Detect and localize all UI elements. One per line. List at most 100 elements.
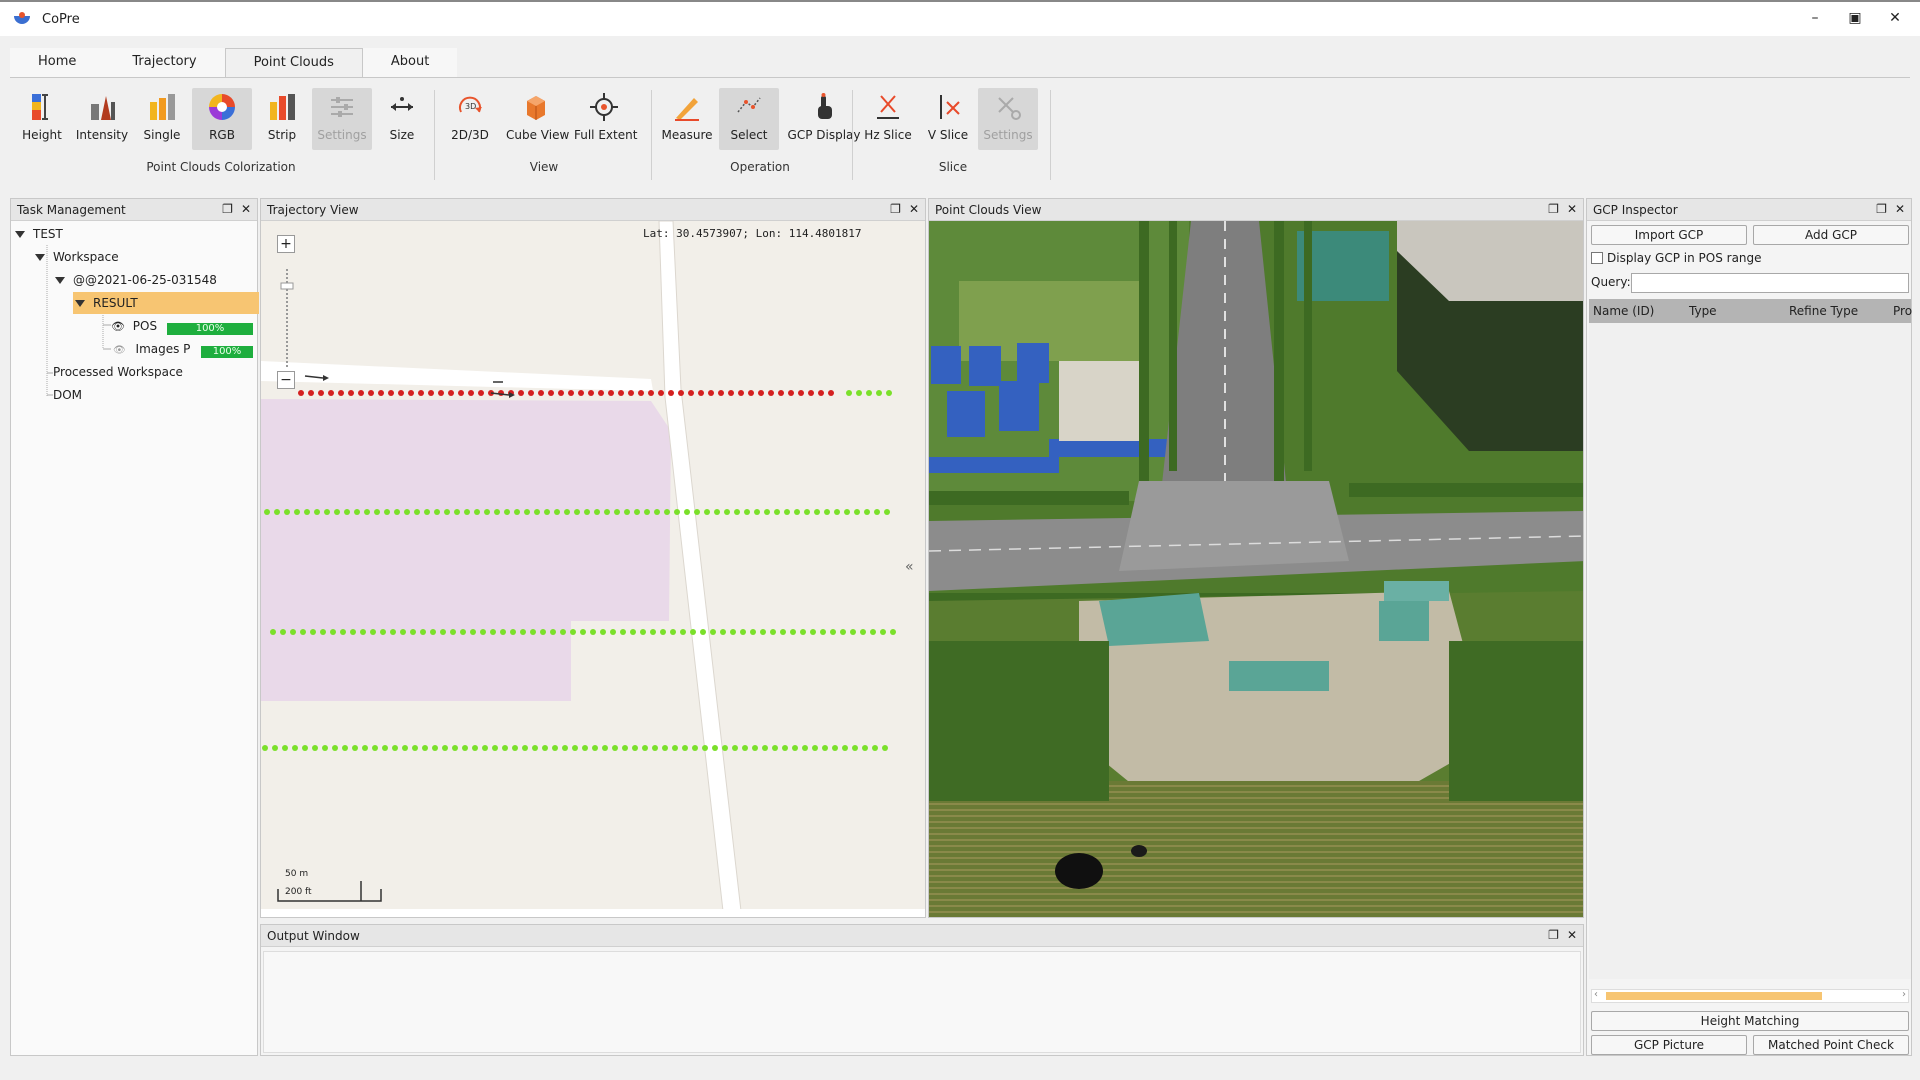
column-pro[interactable]: Pro (1893, 304, 1912, 318)
full-extent-button[interactable]: Full Extent (574, 88, 637, 150)
height-button[interactable]: Height (12, 88, 72, 150)
horizontal-slice-icon (873, 92, 903, 122)
trajectory-point (694, 509, 700, 515)
matched-point-check-button[interactable]: Matched Point Check (1753, 1035, 1909, 1055)
gcp-display-button[interactable]: GCP Display (787, 88, 861, 150)
trajectory-point (724, 509, 730, 515)
zoom-slider[interactable] (280, 269, 294, 369)
trajectory-point (528, 390, 534, 396)
trajectory-point (622, 745, 628, 751)
tab-trajectory[interactable]: Trajectory (104, 48, 225, 78)
2d-3d-button[interactable]: 3D 2D/3D (440, 88, 500, 150)
minimize-button[interactable]: – (1806, 10, 1824, 26)
gcp-table-body[interactable] (1589, 323, 1911, 979)
group-view: 3D 2D/3D Cube View Full Extent View (440, 82, 648, 182)
trajectory-point (314, 509, 320, 515)
single-button[interactable]: Single (132, 88, 192, 150)
close-button[interactable]: ✕ (1886, 10, 1904, 26)
group-slice: Hz Slice V Slice Settings Slice (858, 82, 1048, 182)
close-icon[interactable]: ✕ (1567, 202, 1577, 216)
gcp-table-header: Name (ID) Type Refine Type Pro (1589, 299, 1912, 323)
trajectory-point (700, 629, 706, 635)
trajectory-point (630, 629, 636, 635)
rgb-button[interactable]: RGB (192, 88, 252, 150)
output-log-area[interactable] (263, 951, 1581, 1053)
trajectory-point (818, 390, 824, 396)
map-canvas (261, 221, 925, 917)
v-slice-button[interactable]: V Slice (918, 88, 978, 150)
column-name-id[interactable]: Name (ID) (1593, 304, 1654, 318)
float-icon[interactable]: ❐ (1876, 202, 1887, 216)
collapse-panel-button[interactable]: « (905, 559, 914, 575)
measure-button[interactable]: Measure (657, 88, 717, 150)
horizontal-scrollbar[interactable]: ‹ › (1591, 989, 1909, 1003)
import-gcp-button[interactable]: Import GCP (1591, 225, 1747, 245)
close-icon[interactable]: ✕ (1567, 928, 1577, 942)
trajectory-point (462, 745, 468, 751)
size-button[interactable]: Size (372, 88, 432, 150)
display-gcp-label: Display GCP in POS range (1607, 251, 1762, 265)
float-icon[interactable]: ❐ (1548, 202, 1559, 216)
hz-slice-button[interactable]: Hz Slice (858, 88, 918, 150)
group-colorization: Height Intensity Single RGB Strip Settin… (10, 82, 432, 182)
single-color-icon (147, 92, 177, 122)
column-refine-type[interactable]: Refine Type (1789, 304, 1858, 318)
strip-button[interactable]: Strip (252, 88, 312, 150)
trajectory-point (368, 390, 374, 396)
query-input[interactable] (1631, 273, 1909, 293)
trajectory-point (872, 745, 878, 751)
trajectory-point (648, 390, 654, 396)
zoom-out-button[interactable]: − (277, 371, 295, 389)
trajectory-point (672, 745, 678, 751)
trajectory-point (484, 509, 490, 515)
trajectory-point (472, 745, 478, 751)
float-icon[interactable]: ❐ (222, 202, 233, 216)
zoom-in-button[interactable]: + (277, 235, 295, 253)
scrollbar-thumb[interactable] (1606, 992, 1822, 1000)
intensity-icon (87, 92, 117, 122)
panel-title: Point Clouds View (935, 203, 1042, 217)
height-matching-button[interactable]: Height Matching (1591, 1011, 1909, 1031)
restore-button[interactable]: ▣ (1846, 10, 1864, 26)
gcp-picture-button[interactable]: GCP Picture (1591, 1035, 1747, 1055)
trajectory-point (354, 509, 360, 515)
trajectory-map[interactable]: + − Lat: 30.4573907; Lon: 114.4801817 50… (261, 221, 925, 917)
trajectory-point (722, 745, 728, 751)
select-button[interactable]: Select (719, 88, 779, 150)
trajectory-point (562, 745, 568, 751)
trajectory-point (780, 629, 786, 635)
trajectory-point (864, 509, 870, 515)
column-type[interactable]: Type (1689, 304, 1717, 318)
trajectory-point (358, 390, 364, 396)
trajectory-point (450, 629, 456, 635)
output-window-panel: Output Window ❐ ✕ (260, 924, 1584, 1056)
crosshair-icon (589, 92, 619, 122)
trajectory-point (840, 629, 846, 635)
add-gcp-button[interactable]: Add GCP (1753, 225, 1909, 245)
trajectory-point (876, 390, 882, 396)
colorization-settings-button[interactable]: Settings (312, 88, 372, 150)
float-icon[interactable]: ❐ (1548, 928, 1559, 942)
close-icon[interactable]: ✕ (1895, 202, 1905, 216)
slice-settings-button[interactable]: Settings (978, 88, 1038, 150)
float-icon[interactable]: ❐ (890, 202, 901, 216)
display-gcp-checkbox[interactable] (1591, 252, 1603, 264)
aerial-image-view[interactable] (929, 221, 1583, 917)
tab-about[interactable]: About (362, 48, 458, 78)
trajectory-point (584, 509, 590, 515)
intensity-button[interactable]: Intensity (72, 88, 132, 150)
trajectory-point (598, 390, 604, 396)
aerial-image (929, 221, 1583, 917)
panel-title: GCP Inspector (1593, 203, 1678, 217)
tab-point-clouds[interactable]: Point Clouds (224, 48, 363, 78)
title-bar: CoPre – ▣ ✕ (0, 0, 1920, 36)
trajectory-point (822, 745, 828, 751)
trajectory-point (372, 745, 378, 751)
trajectory-point (282, 745, 288, 751)
close-icon[interactable]: ✕ (241, 202, 251, 216)
tab-home[interactable]: Home (10, 48, 105, 78)
close-icon[interactable]: ✕ (909, 202, 919, 216)
cube-view-button[interactable]: Cube View (506, 88, 569, 150)
task-management-panel: Task Management ❐ ✕ TEST Workspace @@2021… (10, 198, 259, 1056)
trajectory-point (572, 745, 578, 751)
